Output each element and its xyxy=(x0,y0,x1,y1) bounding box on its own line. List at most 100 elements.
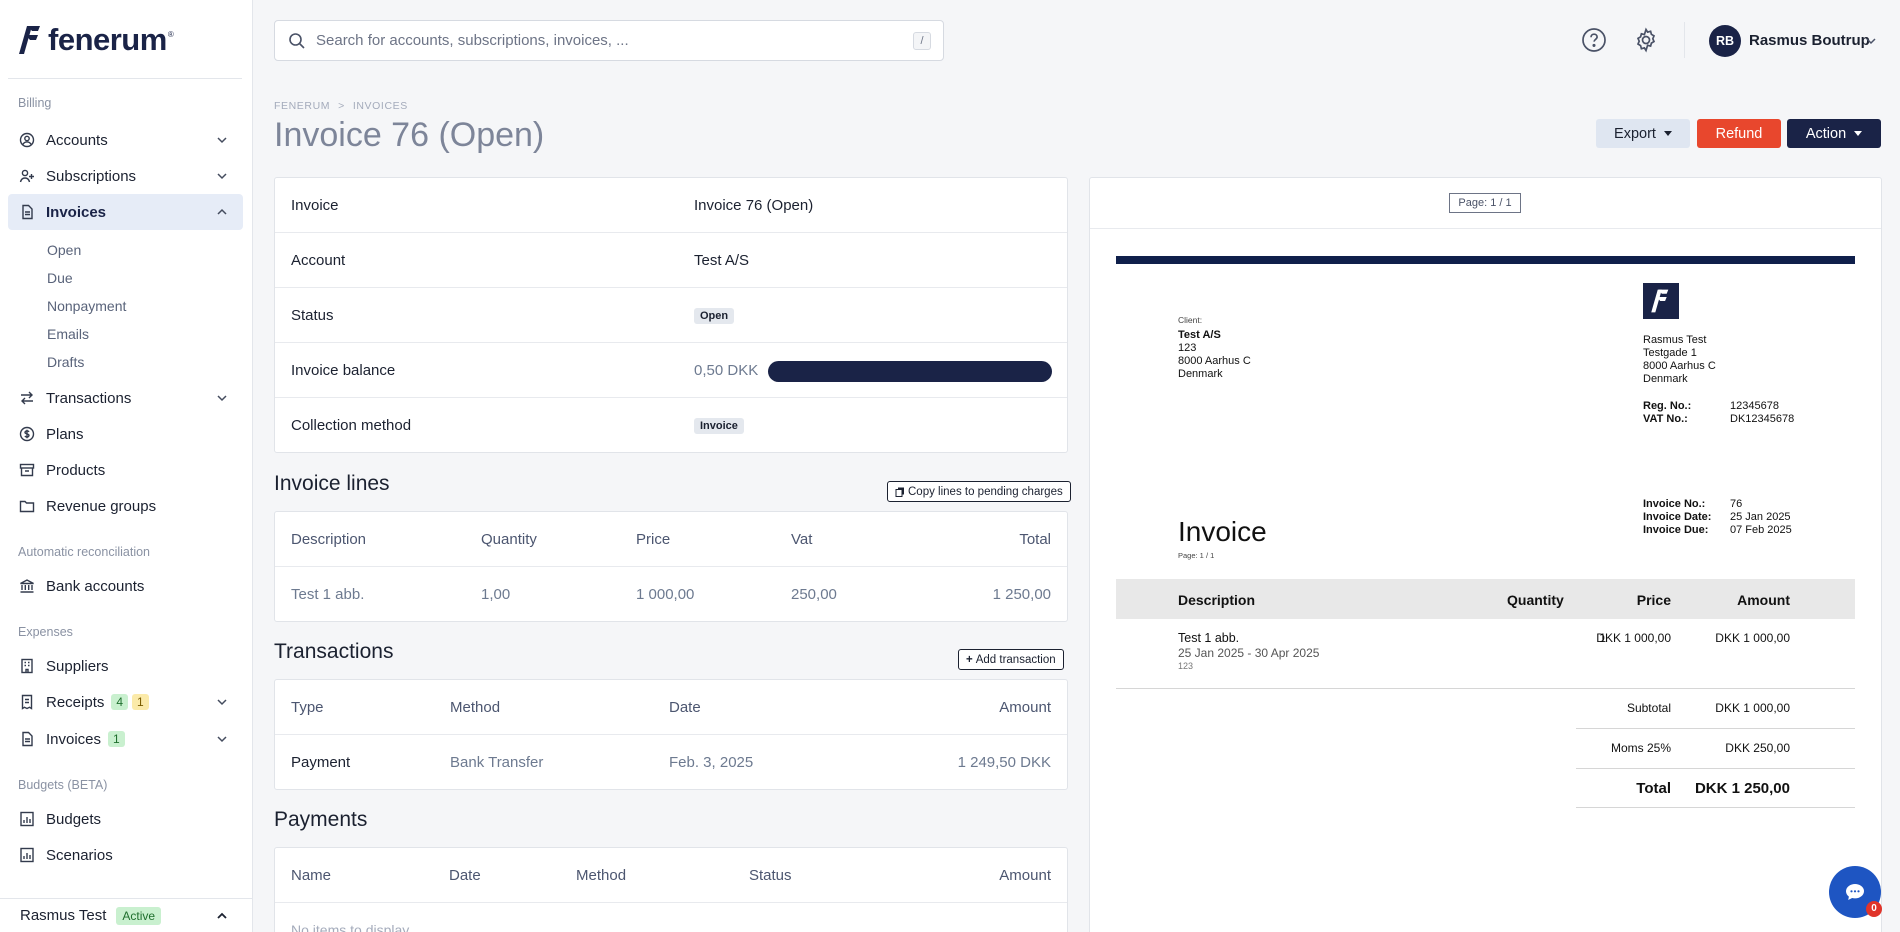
add-transaction-button[interactable]: + Add transaction xyxy=(958,649,1064,670)
detail-label: Status xyxy=(291,307,334,324)
column-header: Price xyxy=(636,531,671,548)
export-button-label: Export xyxy=(1614,125,1656,142)
breadcrumb-invoices[interactable]: INVOICES xyxy=(353,100,408,112)
breadcrumb-separator: > xyxy=(338,100,345,112)
document-divider xyxy=(1576,768,1855,769)
sidebar-item-label: Transactions xyxy=(46,389,132,407)
line-amount: DKK 1 000,00 xyxy=(1715,631,1790,645)
chevron-down-icon[interactable] xyxy=(215,695,229,709)
cell-description: Test 1 abb. xyxy=(291,586,365,603)
client-label: Client: xyxy=(1178,315,1203,325)
line-period: 25 Jan 2025 - 30 Apr 2025 xyxy=(1178,646,1320,660)
chevron-down-icon[interactable] xyxy=(215,732,229,746)
search-input[interactable] xyxy=(316,32,906,49)
sidebar-item-label: Budgets xyxy=(46,810,102,828)
column-header: Quantity xyxy=(481,531,537,548)
arrows-swap-icon xyxy=(18,389,36,407)
fenerum-logo[interactable]: fenerum ® xyxy=(18,22,174,58)
account-link[interactable]: Test A/S xyxy=(694,252,749,269)
copy-lines-button[interactable]: Copy lines to pending charges xyxy=(887,481,1071,502)
chevron-down-icon[interactable] xyxy=(215,133,229,147)
global-search[interactable]: / xyxy=(274,20,944,61)
sidebar-item-subscriptions[interactable]: Subscriptions xyxy=(8,158,243,194)
total-label: Total xyxy=(1636,780,1671,797)
balance-progress-bar xyxy=(768,361,1052,382)
user-menu-name[interactable]: Rasmus Boutrup xyxy=(1749,32,1870,49)
gear-icon[interactable] xyxy=(1633,27,1659,53)
chat-unread-badge: 0 xyxy=(1866,901,1882,917)
sidebar-item-revenue-groups[interactable]: Revenue groups xyxy=(8,488,243,524)
payments-title: Payments xyxy=(274,808,368,831)
sender-line: Denmark xyxy=(1643,373,1688,385)
column-header: Amount xyxy=(999,867,1051,884)
sidebar-item-label: Receipts xyxy=(46,693,105,711)
sidebar-item-label: Plans xyxy=(46,425,84,443)
column-header: Type xyxy=(291,699,324,716)
vat-line-label: Moms 25% xyxy=(1610,741,1671,755)
invoice-details-card: Invoice Invoice 76 (Open) Account Test A… xyxy=(274,177,1068,453)
building-icon xyxy=(18,657,36,675)
fenerum-logo-icon xyxy=(1651,289,1669,313)
chevron-up-icon[interactable] xyxy=(215,205,229,219)
invoice-lines-title: Invoice lines xyxy=(274,472,390,495)
document-divider xyxy=(1116,688,1855,689)
detail-label: Invoice balance xyxy=(291,362,396,379)
sidebar-item-products[interactable]: Products xyxy=(8,452,243,488)
brand-name: fenerum xyxy=(48,22,167,57)
subtotal-value: DKK 1 000,00 xyxy=(1715,701,1790,715)
sidebar-item-plans[interactable]: Plans xyxy=(8,416,243,452)
caret-down-icon xyxy=(1854,131,1863,136)
chevron-up-icon[interactable] xyxy=(215,909,229,923)
sidebar-item-expense-invoices[interactable]: Invoices 1 xyxy=(8,721,243,757)
sidebar-item-suppliers[interactable]: Suppliers xyxy=(8,648,243,684)
sidebar-item-invoices[interactable]: Invoices xyxy=(8,194,243,230)
cell-price: 1 000,00 xyxy=(636,586,695,603)
invoice-date-label: Invoice Date: xyxy=(1643,511,1712,523)
avatar[interactable]: RB xyxy=(1709,25,1741,57)
organization-switcher[interactable]: Rasmus Test Active xyxy=(0,898,253,932)
page-indicator: Page: 1 / 1 xyxy=(1449,193,1521,213)
sidebar-subitem-due[interactable]: Due xyxy=(8,264,243,292)
sidebar-subitem-drafts[interactable]: Drafts xyxy=(8,348,243,376)
breadcrumb-root[interactable]: FENERUM xyxy=(274,100,330,112)
client-name: Test A/S xyxy=(1178,329,1221,341)
column-header: Date xyxy=(669,699,701,716)
sidebar-item-label: Accounts xyxy=(46,131,108,149)
balance-value: 0,50 DKK xyxy=(694,362,759,379)
receipt-icon xyxy=(18,693,36,711)
organization-name: Rasmus Test xyxy=(20,907,107,924)
search-icon xyxy=(289,32,305,49)
chevron-down-icon[interactable] xyxy=(215,169,229,183)
sidebar-item-transactions[interactable]: Transactions xyxy=(8,380,243,416)
invoice-no-label: Invoice No.: xyxy=(1643,498,1706,510)
sidebar-item-accounts[interactable]: Accounts xyxy=(8,122,243,158)
cell-amount: 1 249,50 DKK xyxy=(957,754,1051,771)
column-header: Method xyxy=(576,867,627,884)
export-button[interactable]: Export xyxy=(1596,119,1690,148)
action-button[interactable]: Action xyxy=(1787,119,1881,148)
line-description: Test 1 abb. xyxy=(1178,631,1240,645)
chevron-down-icon[interactable] xyxy=(1864,34,1878,48)
sidebar-subitem-open[interactable]: Open xyxy=(8,236,243,264)
sidebar-item-label: Invoices xyxy=(46,203,107,221)
table-row[interactable]: Payment Bank Transfer Feb. 3, 2025 1 249… xyxy=(275,735,1067,790)
sidebar-divider xyxy=(8,78,242,79)
breadcrumb: FENERUM > INVOICES xyxy=(274,100,408,112)
invoice-due-label: Invoice Due: xyxy=(1643,524,1709,536)
client-line: Denmark xyxy=(1178,368,1223,380)
cell-vat: 250,00 xyxy=(791,586,837,603)
sidebar-subitem-nonpayment[interactable]: Nonpayment xyxy=(8,292,243,320)
chevron-down-icon[interactable] xyxy=(215,391,229,405)
help-icon[interactable] xyxy=(1581,27,1607,53)
sidebar-item-bank-accounts[interactable]: Bank accounts xyxy=(8,568,243,604)
sidebar-item-label: Invoices xyxy=(46,730,102,748)
sidebar-item-budgets[interactable]: Budgets xyxy=(8,801,243,837)
sidebar-item-scenarios[interactable]: Scenarios xyxy=(8,837,243,873)
reg-label: Reg. No.: xyxy=(1643,400,1692,412)
vat-value: DK12345678 xyxy=(1730,413,1795,425)
empty-row: No items to display xyxy=(275,903,1067,932)
sidebar-subitem-emails[interactable]: Emails xyxy=(8,320,243,348)
section-budgets: Budgets (BETA) xyxy=(18,778,108,792)
refund-button[interactable]: Refund xyxy=(1697,119,1781,148)
sidebar-item-receipts[interactable]: Receipts 4 1 xyxy=(8,684,243,720)
